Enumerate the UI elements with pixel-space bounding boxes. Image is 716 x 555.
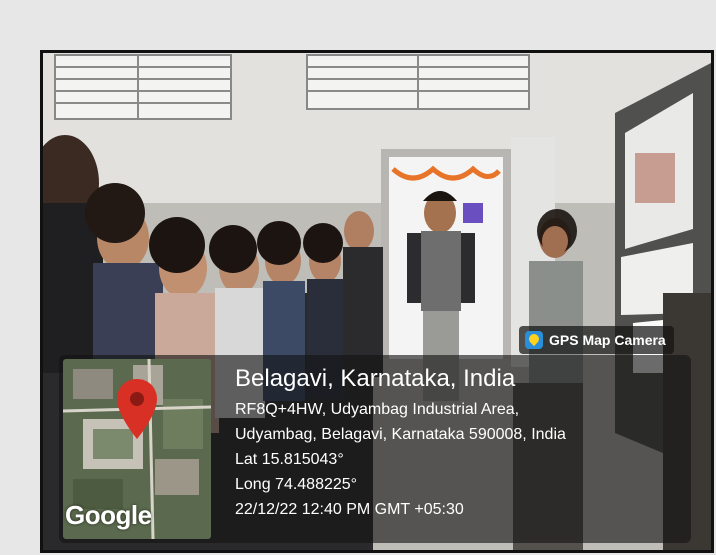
photo: GPS Map Camera Google Belagavi, Karnatak… <box>40 50 714 553</box>
timestamp: 22/12/22 12:40 PM GMT +05:30 <box>235 501 464 518</box>
location-stamp-panel: Google Belagavi, Karnataka, India RF8Q+4… <box>59 355 691 543</box>
gps-app-badge: GPS Map Camera <box>519 326 674 354</box>
app-name: GPS Map Camera <box>549 332 666 348</box>
latitude: Lat 15.815043° <box>235 451 344 468</box>
window-center <box>306 54 530 110</box>
longitude: Long 74.488225° <box>235 476 358 493</box>
map-thumbnail: Google <box>63 359 211 539</box>
address-line-2: Udyambag, Belagavi, Karnataka 590008, In… <box>235 426 566 443</box>
window-left <box>54 54 232 120</box>
location-title: Belagavi, Karnataka, India <box>235 365 516 392</box>
location-pin-icon <box>117 379 157 439</box>
address-line-1: RF8Q+4HW, Udyambag Industrial Area, <box>235 401 520 418</box>
stamp-text-block: Belagavi, Karnataka, India RF8Q+4HW, Udy… <box>235 365 566 522</box>
google-logo: Google <box>65 500 152 530</box>
gps-map-camera-icon <box>525 331 543 349</box>
